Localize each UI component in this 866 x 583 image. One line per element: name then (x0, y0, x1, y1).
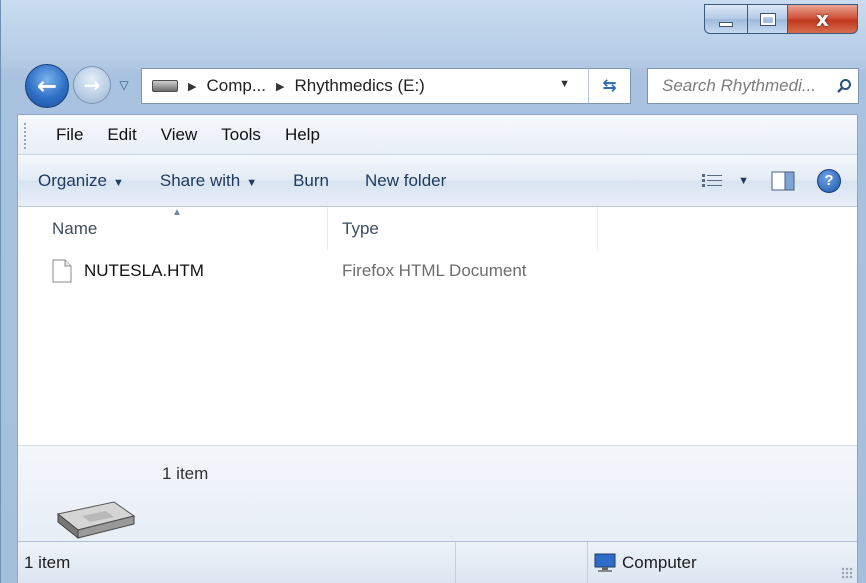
refresh-button[interactable]: ⇆ (588, 69, 630, 103)
file-type: Firefox HTML Document (342, 261, 527, 280)
forward-button[interactable]: → (73, 66, 111, 104)
menu-tools[interactable]: Tools (209, 125, 273, 145)
search-icon[interactable] (830, 78, 858, 94)
command-bar: Organize ▼ Share with ▼ Burn New folder ▼ … (18, 155, 857, 207)
view-list-icon (702, 173, 723, 187)
document-icon (52, 259, 72, 283)
share-with-button[interactable]: Share with ▼ (142, 171, 275, 191)
view-controls: ▼ ? (680, 168, 857, 193)
chevron-down-icon: ▼ (112, 176, 124, 189)
status-location-label: Computer (622, 552, 697, 572)
explorer-window: x ← → ▽ ▶ Comp... ▶ Rhythmedics (E:) ▼ ⇆… (0, 0, 866, 583)
burn-button[interactable]: Burn (275, 171, 347, 191)
menu-edit[interactable]: Edit (95, 125, 148, 145)
help-icon: ? (817, 168, 841, 193)
column-name-label: Name (52, 219, 98, 238)
chevron-down-icon: ▽ (119, 78, 129, 92)
chevron-down-icon: ▼ (246, 176, 258, 189)
menu-file[interactable]: File (42, 125, 95, 145)
breadcrumb-separator-icon[interactable]: ▶ (276, 80, 284, 93)
back-arrow-icon: ← (36, 72, 58, 100)
navigation-bar: ← → ▽ ▶ Comp... ▶ Rhythmedics (E:) ▼ ⇆ S… (25, 62, 859, 108)
drive-icon (152, 80, 178, 92)
menu-view[interactable]: View (149, 125, 210, 145)
address-bar[interactable]: ▶ Comp... ▶ Rhythmedics (E:) ▼ ⇆ (141, 68, 631, 104)
organize-label: Organize (38, 170, 107, 190)
file-list: NUTESLA.HTM Firefox HTML Document (18, 251, 857, 445)
computer-icon (594, 553, 616, 573)
share-with-label: Share with (159, 170, 241, 190)
status-item-count: 1 item (18, 542, 456, 583)
maximize-button[interactable] (748, 4, 788, 34)
refresh-icon: ⇆ (602, 76, 617, 95)
column-header-name[interactable]: ▲ Name (18, 207, 328, 251)
column-type-label: Type (342, 219, 379, 238)
chevron-down-icon: ▼ (738, 174, 749, 187)
status-bar: 1 item Computer (18, 541, 857, 583)
breadcrumb-separator-icon[interactable]: ▶ (188, 80, 196, 93)
forward-arrow-icon: → (83, 73, 101, 97)
address-dropdown-icon[interactable]: ▼ (559, 78, 570, 90)
minimize-icon (719, 21, 733, 27)
organize-button[interactable]: Organize ▼ (18, 171, 142, 191)
breadcrumb-drive[interactable]: Rhythmedics (E:) (294, 76, 424, 96)
help-button[interactable]: ? (817, 168, 841, 193)
new-folder-button[interactable]: New folder (347, 171, 464, 191)
recent-pages-button[interactable]: ▽ (113, 76, 135, 94)
sort-ascending-icon: ▲ (172, 207, 182, 218)
file-name-cell: NUTESLA.HTM (18, 259, 328, 283)
caption-buttons: x (704, 4, 858, 34)
close-icon: x (816, 7, 829, 31)
back-button[interactable]: ← (25, 64, 69, 108)
content-panel: File Edit View Tools Help Organize ▼ Shar… (17, 114, 858, 583)
breadcrumb-computer[interactable]: Comp... (206, 76, 266, 96)
search-input[interactable]: Search Rhythmedi... (648, 76, 830, 96)
menu-help[interactable]: Help (273, 125, 332, 145)
menu-grip-icon (24, 123, 28, 149)
minimize-button[interactable] (704, 4, 748, 34)
maximize-icon (759, 12, 776, 26)
details-item-count: 1 item (162, 464, 209, 483)
column-header-type[interactable]: Type (328, 207, 598, 251)
menu-bar: File Edit View Tools Help (18, 115, 857, 155)
view-options-button[interactable]: ▼ (702, 173, 749, 189)
file-name: NUTESLA.HTM (84, 261, 204, 280)
preview-pane-icon (771, 171, 795, 190)
search-box[interactable]: Search Rhythmedi... (647, 68, 859, 104)
file-row[interactable]: NUTESLA.HTM Firefox HTML Document (18, 251, 857, 291)
preview-pane-button[interactable] (771, 171, 795, 191)
resize-grip-icon[interactable] (841, 567, 853, 579)
close-button[interactable]: x (788, 4, 858, 34)
removable-drive-icon (54, 494, 138, 545)
status-location: Computer (588, 553, 697, 573)
status-spacer (456, 542, 588, 583)
column-headers: ▲ Name Type (18, 207, 857, 251)
